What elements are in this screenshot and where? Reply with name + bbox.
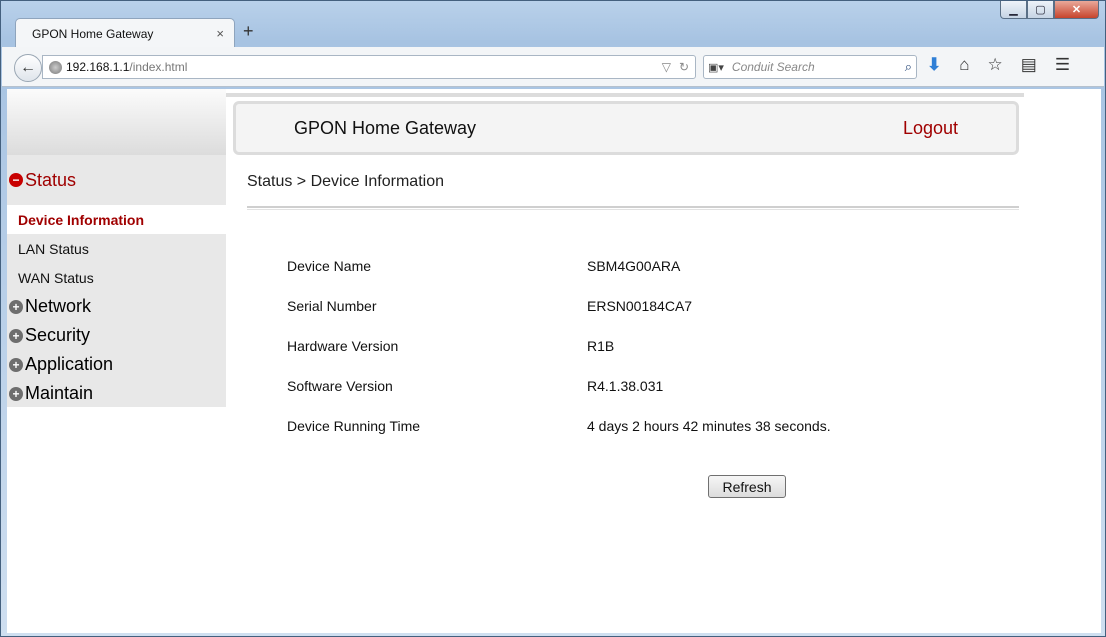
maximize-button[interactable]: ▢: [1027, 1, 1054, 19]
info-value: R1B: [587, 338, 615, 354]
collapse-icon: −: [9, 173, 23, 187]
info-value: 4 days 2 hours 42 minutes 38 seconds.: [587, 418, 831, 434]
sidebar-group-application[interactable]: + Application: [7, 350, 226, 379]
expand-icon: +: [9, 299, 23, 314]
table-row: Serial Number ERSN00184CA7: [287, 286, 907, 326]
table-row: Device Running Time 4 days 2 hours 42 mi…: [287, 406, 907, 446]
sidebar-item-lan-status[interactable]: LAN Status: [7, 234, 226, 263]
sidebar-group-label: Network: [25, 296, 92, 316]
table-row: Device Name SBM4G00ARA: [287, 246, 907, 286]
home-icon[interactable]: ⌂: [959, 55, 969, 75]
expand-icon: +: [9, 357, 23, 372]
info-label: Device Running Time: [287, 418, 421, 434]
page-viewport: − Status Device Information LAN Status W…: [7, 89, 1101, 633]
new-tab-button[interactable]: +: [243, 21, 254, 42]
tab-title: GPON Home Gateway: [32, 26, 154, 41]
refresh-button[interactable]: Refresh: [708, 475, 786, 498]
sidebar-group-network[interactable]: + Network: [7, 292, 226, 321]
browser-window: ▁ ▢ ✕ GPON Home Gateway × + ← 192.168.1.…: [0, 0, 1106, 637]
info-value: R4.1.38.031: [587, 378, 664, 394]
download-icon[interactable]: ⬇: [927, 55, 941, 75]
breadcrumb: Status > Device Information: [247, 173, 444, 190]
page-title: GPON Home Gateway: [294, 117, 477, 138]
sidebar: − Status Device Information LAN Status W…: [7, 155, 226, 407]
sidebar-header: [7, 89, 226, 155]
info-label: Software Version: [287, 378, 393, 394]
sidebar-item-wan-status[interactable]: WAN Status: [7, 263, 226, 292]
reload-icon[interactable]: ↻: [679, 60, 689, 74]
divider: [247, 206, 1019, 210]
search-bar[interactable]: ▣▾ Conduit Search ⌕: [703, 55, 917, 79]
sidebar-group-security[interactable]: + Security: [7, 321, 226, 350]
back-arrow-icon: ←: [20, 59, 36, 76]
info-label: Serial Number: [287, 298, 377, 314]
sidebar-group-label: Maintain: [25, 383, 94, 403]
table-row: Software Version R4.1.38.031: [287, 366, 907, 406]
logout-link[interactable]: Logout: [903, 118, 958, 139]
tab-close-icon[interactable]: ×: [216, 26, 224, 41]
sidebar-item-device-information[interactable]: Device Information: [7, 205, 226, 234]
url-host: 192.168.1.1: [66, 60, 130, 74]
search-input[interactable]: Conduit Search: [732, 60, 905, 74]
header-top-line: [226, 93, 1024, 97]
info-value: ERSN00184CA7: [587, 298, 693, 314]
browser-toolbar: ← 192.168.1.1 /index.html ▽ ↻ ▣▾ Conduit…: [2, 47, 1104, 87]
sidebar-group-label: Status: [25, 169, 77, 190]
dropdown-arrow-icon[interactable]: ▽: [662, 60, 671, 74]
page-header: GPON Home Gateway Logout: [233, 101, 1019, 155]
globe-icon: [49, 60, 62, 74]
search-engine-icon[interactable]: ▣▾: [708, 61, 724, 74]
reading-list-icon[interactable]: ▤: [1021, 55, 1037, 75]
back-button[interactable]: ←: [14, 54, 42, 82]
window-controls: ▁ ▢ ✕: [1000, 1, 1099, 19]
url-path: /index.html: [129, 60, 188, 74]
sidebar-group-label: Security: [25, 325, 91, 345]
menu-icon[interactable]: ☰: [1055, 55, 1070, 75]
info-label: Device Name: [287, 258, 372, 274]
address-bar[interactable]: 192.168.1.1 /index.html ▽ ↻: [42, 55, 696, 79]
expand-icon: +: [9, 386, 23, 401]
device-info-table: Device Name SBM4G00ARA Serial Number ERS…: [287, 246, 907, 446]
sidebar-group-maintain[interactable]: + Maintain: [7, 379, 226, 408]
info-value: SBM4G00ARA: [587, 258, 681, 274]
sidebar-group-status[interactable]: − Status: [7, 155, 226, 205]
browser-tab[interactable]: GPON Home Gateway ×: [15, 18, 235, 48]
close-window-button[interactable]: ✕: [1054, 1, 1099, 19]
bookmark-star-icon[interactable]: ☆: [988, 55, 1003, 75]
minimize-button[interactable]: ▁: [1000, 1, 1027, 19]
info-label: Hardware Version: [287, 338, 399, 354]
sidebar-group-label: Application: [25, 354, 114, 374]
table-row: Hardware Version R1B: [287, 326, 907, 366]
expand-icon: +: [9, 328, 23, 343]
search-icon[interactable]: ⌕: [905, 59, 912, 75]
